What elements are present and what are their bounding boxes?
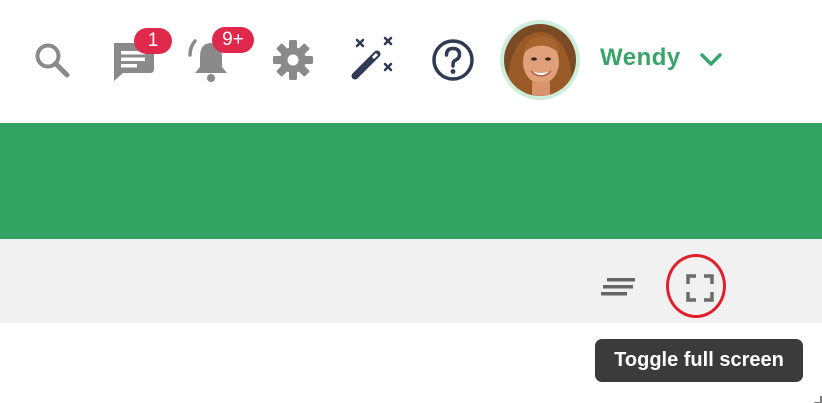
user-avatar[interactable] [500,20,580,100]
magic-wand-icon [351,36,393,80]
fullscreen-button[interactable] [680,270,720,306]
text-align-button[interactable] [598,273,638,301]
gear-icon [273,40,313,80]
chevron-down-icon [700,53,722,66]
settings-button[interactable] [270,37,316,83]
help-button[interactable] [430,37,476,83]
user-name-label: Wendy [600,44,681,71]
notifications-badge: 9+ [212,27,254,53]
magic-wand-button[interactable] [346,34,398,84]
tooltip-text: Toggle full screen [614,349,784,371]
page-banner [0,123,822,239]
user-menu[interactable]: Wendy [600,44,681,72]
avatar [504,24,576,96]
help-icon [432,39,474,81]
fullscreen-icon [686,274,714,302]
top-header: 1 9+ Wendy [0,0,822,123]
user-menu-toggle[interactable] [698,48,724,72]
resize-corner-icon [810,391,822,403]
search-icon [35,43,70,78]
messages-badge: 1 [134,28,172,54]
text-align-icon [601,278,635,296]
fullscreen-tooltip: Toggle full screen [595,339,803,382]
app-page: 1 9+ Wendy Toggle full screen [0,0,822,403]
content-toolbar [0,239,822,323]
search-button[interactable] [30,38,74,82]
